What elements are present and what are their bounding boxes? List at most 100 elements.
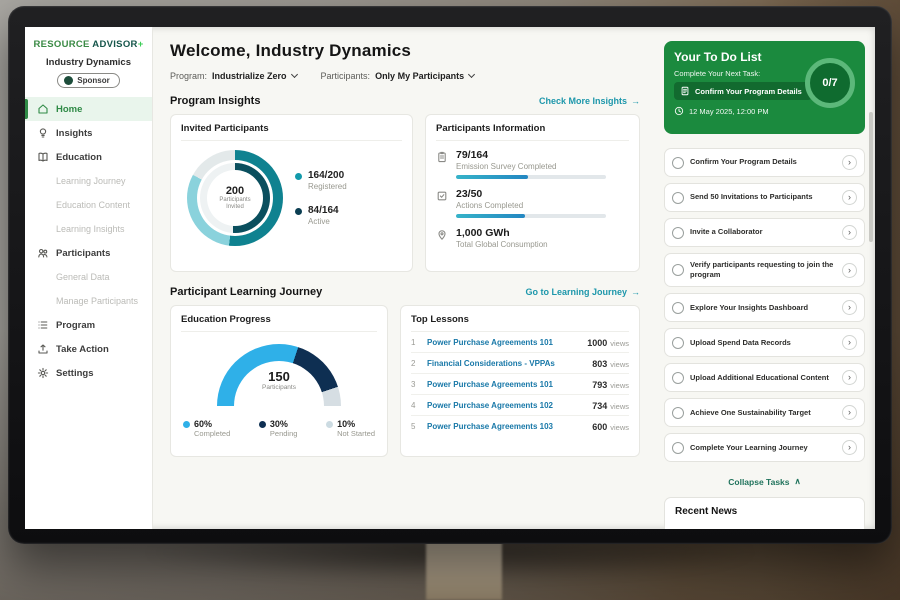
sidebar-item-manage-participants[interactable]: Manage Participants	[25, 289, 152, 313]
invited-donut-chart: 200 Participants Invited	[187, 150, 283, 246]
education-progress-card: Education Progress 150 Participants	[170, 305, 388, 457]
emission-survey-progressbar	[456, 175, 606, 179]
task-open-button[interactable]: ›	[842, 300, 857, 315]
task-row-verify-participants[interactable]: Verify participants requesting to join t…	[664, 253, 865, 287]
lesson-link[interactable]: Power Purchase Agreements 102	[427, 401, 586, 410]
sidebar-item-general-data[interactable]: General Data	[25, 265, 152, 289]
sidebar-item-take-action[interactable]: Take Action	[25, 337, 152, 361]
gear-icon	[37, 367, 49, 379]
sidebar-item-label: Participants	[56, 248, 110, 259]
task-open-button[interactable]: ›	[842, 440, 857, 455]
people-icon	[37, 247, 49, 259]
task-open-button[interactable]: ›	[842, 405, 857, 420]
task-open-button[interactable]: ›	[842, 225, 857, 240]
sidebar-item-label: Manage Participants	[56, 296, 138, 306]
role-badge: Sponsor	[57, 73, 119, 88]
lesson-row: 3 Power Purchase Agreements 101 793views	[411, 374, 629, 395]
task-open-button[interactable]: ›	[842, 370, 857, 385]
task-open-button[interactable]: ›	[842, 263, 857, 278]
sidebar-item-learning-insights[interactable]: Learning Insights	[25, 217, 152, 241]
task-checkbox[interactable]	[672, 192, 684, 204]
next-task-button[interactable]: Confirm Your Program Details	[674, 82, 812, 100]
task-row-complete-learning-journey[interactable]: Complete Your Learning Journey ›	[664, 433, 865, 462]
lesson-link[interactable]: Power Purchase Agreements 101	[427, 338, 581, 347]
legend-dot-not-started	[326, 421, 333, 428]
sidebar-item-label: Learning Insights	[56, 224, 125, 234]
task-checkbox[interactable]	[672, 372, 684, 384]
task-checkbox[interactable]	[672, 442, 684, 454]
task-row-send-invitations[interactable]: Send 50 Invitations to Participants ›	[664, 183, 865, 212]
task-checkbox[interactable]	[672, 337, 684, 349]
sidebar-item-label: Insights	[56, 128, 92, 139]
sidebar-item-education-content[interactable]: Education Content	[25, 193, 152, 217]
chevron-down-icon	[290, 71, 297, 78]
task-row-confirm-program[interactable]: Confirm Your Program Details ›	[664, 148, 865, 177]
task-open-button[interactable]: ›	[842, 155, 857, 170]
checklist-icon	[436, 190, 448, 202]
book-icon	[37, 151, 49, 163]
scrollbar-thumb[interactable]	[869, 112, 873, 242]
lesson-row: 5 Power Purchase Agreements 103 600views	[411, 416, 629, 436]
chevron-right-icon: ›	[848, 228, 851, 237]
monitor-stand	[426, 540, 502, 600]
chevron-right-icon: ›	[848, 303, 851, 312]
sidebar-item-settings[interactable]: Settings	[25, 361, 152, 385]
chevron-down-icon	[468, 71, 475, 78]
legend-dot-completed	[183, 421, 190, 428]
task-checkbox[interactable]	[672, 227, 684, 239]
check-more-insights-link[interactable]: Check More Insights →	[539, 96, 640, 106]
participants-select-label: Participants:	[321, 71, 371, 81]
program-select[interactable]: Program: Industrialize Zero	[170, 71, 297, 81]
app-window: RESOURCE ADVISOR+ Industry Dynamics Spon…	[25, 27, 875, 529]
gauge-center-value: 150	[217, 369, 341, 384]
sidebar-item-program[interactable]: Program	[25, 313, 152, 337]
sidebar-item-home[interactable]: Home	[25, 97, 152, 121]
task-checkbox[interactable]	[672, 157, 684, 169]
arrow-right-icon: →	[631, 287, 640, 297]
brand-plus: +	[138, 39, 144, 50]
gauge-legend: 60% Completed 30% Pending	[181, 406, 377, 438]
task-checkbox[interactable]	[672, 264, 684, 276]
todo-progress-ring: 0/7	[805, 58, 855, 108]
task-row-explore-insights[interactable]: Explore Your Insights Dashboard ›	[664, 293, 865, 322]
task-row-achieve-target[interactable]: Achieve One Sustainability Target ›	[664, 398, 865, 427]
task-checkbox[interactable]	[672, 407, 684, 419]
section-title: Participant Learning Journey	[170, 286, 322, 298]
main-content: Welcome, Industry Dynamics Program: Indu…	[153, 27, 653, 529]
legend-dot-active	[295, 208, 302, 215]
learning-cards-row: Education Progress 150 Participants	[170, 305, 640, 457]
task-row-upload-spend-data[interactable]: Upload Spend Data Records ›	[664, 328, 865, 357]
task-row-upload-educational-content[interactable]: Upload Additional Educational Content ›	[664, 363, 865, 392]
go-to-learning-journey-link[interactable]: Go to Learning Journey →	[525, 287, 640, 297]
task-checkbox[interactable]	[672, 302, 684, 314]
task-open-button[interactable]: ›	[842, 190, 857, 205]
monitor-frame: RESOURCE ADVISOR+ Industry Dynamics Spon…	[8, 6, 892, 544]
card-title: Education Progress	[181, 314, 377, 332]
lesson-link[interactable]: Power Purchase Agreements 103	[427, 422, 586, 431]
participants-select[interactable]: Participants: Only My Participants	[321, 71, 475, 81]
task-open-button[interactable]: ›	[842, 335, 857, 350]
sidebar-item-label: Program	[56, 320, 95, 331]
legend-dot-registered	[295, 173, 302, 180]
lesson-link[interactable]: Power Purchase Agreements 101	[427, 380, 586, 389]
home-icon	[37, 103, 49, 115]
lesson-row: 1 Power Purchase Agreements 101 1000view…	[411, 332, 629, 353]
chevron-right-icon: ›	[848, 338, 851, 347]
collapse-tasks-button[interactable]: Collapse Tasks ∧	[664, 476, 865, 487]
invited-participants-card: Invited Participants 200 Participants In…	[170, 114, 413, 272]
arrow-right-icon: →	[631, 96, 640, 106]
sidebar-item-education[interactable]: Education	[25, 145, 152, 169]
task-row-invite-collaborator[interactable]: Invite a Collaborator ›	[664, 218, 865, 247]
learning-journey-header: Participant Learning Journey Go to Learn…	[170, 286, 640, 298]
program-select-label: Program:	[170, 71, 207, 81]
sidebar-item-insights[interactable]: Insights	[25, 121, 152, 145]
actions-progressbar	[456, 214, 606, 218]
clipboard-icon	[436, 151, 448, 163]
insights-icon	[37, 127, 49, 139]
lesson-row: 4 Power Purchase Agreements 102 734views	[411, 395, 629, 416]
insights-cards-row: Invited Participants 200 Participants In…	[170, 114, 640, 272]
lesson-link[interactable]: Financial Considerations - VPPAs	[427, 359, 586, 368]
sidebar-item-participants[interactable]: Participants	[25, 241, 152, 265]
sidebar-item-learning-journey[interactable]: Learning Journey	[25, 169, 152, 193]
sidebar-item-label: Home	[56, 104, 82, 115]
